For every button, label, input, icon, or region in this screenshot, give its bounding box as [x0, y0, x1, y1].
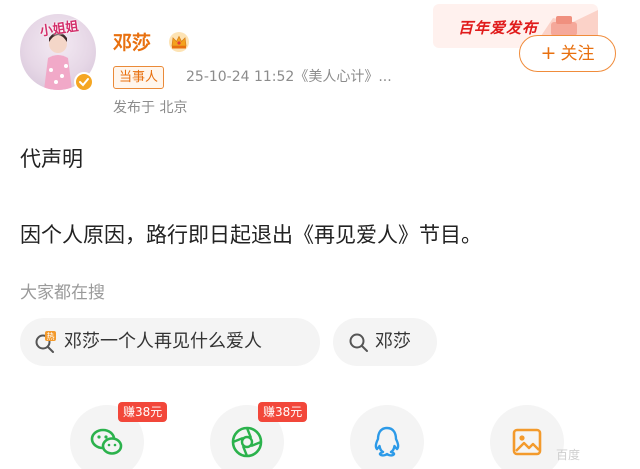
moments-icon [231, 426, 263, 458]
reward-badge: 赚38元 [258, 402, 308, 422]
search-heading: 大家都在搜 [20, 283, 105, 303]
post-text-body: 因个人原因，路行即日起退出《再见爱人》节目。 [20, 223, 482, 247]
banner-text: 百年爱发布 [458, 19, 539, 37]
hot-search-icon: 热 [35, 331, 56, 353]
post-location: 发布于 北京 [113, 100, 188, 116]
qq-icon [374, 426, 400, 457]
post-timestamp-source: 25-10-24 11:52《美人心计》... [186, 69, 392, 85]
share-qq-button[interactable] [350, 405, 424, 469]
svg-text:热: 热 [47, 331, 55, 341]
reward-badge: 赚38元 [118, 402, 168, 422]
crown-icon[interactable] [168, 31, 190, 53]
search-chip-hot[interactable]: 热 邓莎一个人再见什么爱人 [20, 318, 320, 366]
weibo-post-page: 小姐姐 邓莎 当事人 25-10-24 11:52《美人心计》... 发布于 北… [0, 0, 640, 469]
follow-button[interactable]: + 关注 [519, 35, 616, 72]
role-badge: 当事人 [113, 66, 165, 89]
watermark: 百度 [556, 448, 581, 462]
verified-icon [74, 72, 94, 92]
post-text-title: 代声明 [20, 147, 83, 171]
follow-label: 关注 [560, 44, 595, 64]
image-icon [512, 428, 542, 456]
plus-icon: + [540, 42, 557, 64]
user-name[interactable]: 邓莎 [113, 31, 151, 55]
search-icon [349, 333, 368, 352]
search-chip-label: 邓莎 [375, 331, 411, 352]
wechat-icon [90, 428, 123, 455]
search-chip-label: 邓莎一个人再见什么爱人 [64, 331, 262, 352]
share-image-button[interactable] [490, 405, 564, 469]
search-chip-name[interactable]: 邓莎 [333, 318, 437, 366]
